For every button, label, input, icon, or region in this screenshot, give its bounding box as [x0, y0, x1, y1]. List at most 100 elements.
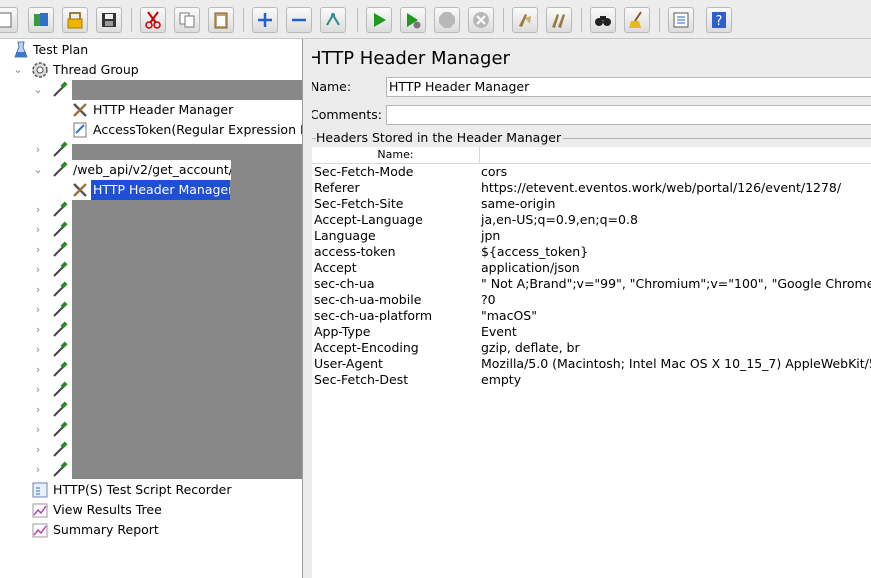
tree-node-sampler[interactable]: ›	[0, 420, 302, 440]
header-value-cell[interactable]: "macOS"	[481, 308, 537, 324]
tree-node-summary-report[interactable]: Summary Report	[0, 520, 302, 540]
shutdown-button[interactable]	[468, 7, 494, 33]
tree-node-sampler[interactable]: ›	[0, 240, 302, 260]
clear-all-button[interactable]	[546, 7, 572, 33]
header-value-cell[interactable]: ja,en-US;q=0.9,en;q=0.8	[481, 212, 638, 228]
header-value-cell[interactable]: same-origin	[481, 196, 555, 212]
tree-node-sampler[interactable]: ›	[0, 140, 302, 160]
header-value-cell[interactable]: cors	[481, 164, 507, 180]
header-value-cell[interactable]: application/json	[481, 260, 580, 276]
header-name-cell[interactable]: Language	[314, 228, 376, 244]
header-name-cell[interactable]: Accept-Encoding	[314, 340, 419, 356]
collapse-button[interactable]	[286, 7, 312, 33]
chevron-right-icon[interactable]: ›	[33, 360, 43, 380]
reset-search-button[interactable]	[624, 7, 650, 33]
chevron-down-icon[interactable]: ⌄	[13, 60, 23, 80]
chevron-down-icon[interactable]: ⌄	[33, 160, 43, 180]
chevron-right-icon[interactable]: ›	[33, 420, 43, 440]
header-value-cell[interactable]: https://etevent.eventos.work/web/portal/…	[481, 180, 841, 196]
header-value-cell[interactable]: gzip, deflate, br	[481, 340, 580, 356]
header-name-cell[interactable]: App-Type	[314, 324, 371, 340]
tree-node-results-tree[interactable]: View Results Tree	[0, 500, 302, 520]
clear-icon	[519, 14, 531, 27]
comments-field[interactable]	[386, 105, 871, 125]
chevron-right-icon[interactable]: ›	[33, 400, 43, 420]
chevron-right-icon[interactable]: ›	[33, 320, 43, 340]
tree-node-header-manager[interactable]: HTTP Header Manager	[0, 100, 302, 120]
tree-node-sampler[interactable]: ›	[0, 360, 302, 380]
start-no-pause-button[interactable]	[400, 7, 426, 33]
tree-node-recorder[interactable]: HTTP(S) Test Script Recorder	[0, 480, 302, 500]
header-name-cell[interactable]: Sec-Fetch-Mode	[314, 164, 413, 180]
chevron-right-icon[interactable]: ›	[33, 260, 43, 280]
expand-button[interactable]	[252, 7, 278, 33]
column-header-value[interactable]	[480, 147, 871, 163]
split-pane-divider[interactable]	[303, 39, 312, 578]
header-name-cell[interactable]: sec-ch-ua-mobile	[314, 292, 421, 308]
tree-node-sampler[interactable]: ⌄	[0, 80, 302, 100]
open-button[interactable]	[62, 7, 88, 33]
column-header-name[interactable]: Name:	[312, 147, 479, 163]
header-name-cell[interactable]: Referer	[314, 180, 360, 196]
start-button[interactable]	[366, 7, 392, 33]
header-name-cell[interactable]: User-Agent	[314, 356, 383, 372]
header-name-cell[interactable]: sec-ch-ua	[314, 276, 374, 292]
tree-node-header-manager-selected[interactable]: HTTP Header Manager	[0, 180, 302, 200]
header-value-cell[interactable]: jpn	[481, 228, 500, 244]
chevron-right-icon[interactable]: ›	[33, 300, 43, 320]
tree-node-sampler[interactable]: ›	[0, 400, 302, 420]
chevron-right-icon[interactable]: ›	[33, 200, 43, 220]
tree-node-sampler[interactable]: ›	[0, 460, 302, 480]
help-button[interactable]: ?	[706, 7, 732, 33]
function-helper-button[interactable]	[668, 7, 694, 33]
header-name-cell[interactable]: sec-ch-ua-platform	[314, 308, 432, 324]
header-name-cell[interactable]: Accept-Language	[314, 212, 423, 228]
toggle-button[interactable]	[320, 7, 346, 33]
chevron-right-icon[interactable]: ›	[33, 340, 43, 360]
header-name-cell[interactable]: Sec-Fetch-Dest	[314, 372, 408, 388]
templates-button[interactable]	[28, 7, 54, 33]
tree-node-sampler[interactable]: ›	[0, 200, 302, 220]
chevron-right-icon[interactable]: ›	[33, 380, 43, 400]
header-name-cell[interactable]: Sec-Fetch-Site	[314, 196, 403, 212]
chevron-right-icon[interactable]: ›	[33, 220, 43, 240]
tree-node-sampler-get-account[interactable]: ⌄ /web_api/v2/get_account/:	[0, 160, 302, 180]
header-value-cell[interactable]: ?0	[481, 292, 496, 308]
tree-node-sampler[interactable]: ›	[0, 380, 302, 400]
chevron-right-icon[interactable]: ›	[33, 460, 43, 480]
tree-label: Test Plan	[33, 42, 89, 57]
header-name-cell[interactable]: Accept	[314, 260, 357, 276]
chevron-right-icon[interactable]: ›	[33, 440, 43, 460]
tree-node-regex-extractor[interactable]: AccessToken(Regular Expression Ex	[0, 120, 302, 140]
chevron-right-icon[interactable]: ›	[33, 280, 43, 300]
tree-node-test-plan[interactable]: Test Plan	[0, 40, 302, 60]
cut-button[interactable]	[140, 7, 166, 33]
pipette-icon	[53, 441, 68, 457]
tree-node-thread-group[interactable]: ⌄ Thread Group	[0, 60, 302, 80]
header-value-cell[interactable]: empty	[481, 372, 521, 388]
chevron-right-icon[interactable]: ›	[33, 140, 43, 160]
chevron-down-icon[interactable]: ⌄	[33, 80, 43, 100]
header-value-cell[interactable]: " Not A;Brand";v="99", "Chromium";v="100…	[481, 276, 871, 292]
tree-node-sampler[interactable]: ›	[0, 260, 302, 280]
copy-button[interactable]	[174, 7, 200, 33]
header-value-cell[interactable]: Mozilla/5.0 (Macintosh; Intel Mac OS X 1…	[481, 356, 871, 372]
stop-button[interactable]	[434, 7, 460, 33]
tree-node-sampler[interactable]: ›	[0, 340, 302, 360]
new-button[interactable]	[0, 7, 18, 33]
clear-button[interactable]	[512, 7, 538, 33]
header-name-cell[interactable]: access-token	[314, 244, 396, 260]
header-value-cell[interactable]: ${access_token}	[481, 244, 588, 260]
header-value-cell[interactable]: Event	[481, 324, 517, 340]
tree-node-sampler[interactable]: ›	[0, 280, 302, 300]
search-button[interactable]	[590, 7, 616, 33]
pipette-icon	[53, 341, 68, 357]
tree-node-sampler[interactable]: ›	[0, 440, 302, 460]
tree-node-sampler[interactable]: ›	[0, 220, 302, 240]
name-field[interactable]: HTTP Header Manager	[386, 77, 871, 97]
save-button[interactable]	[96, 7, 122, 33]
tree-node-sampler[interactable]: ›	[0, 300, 302, 320]
chevron-right-icon[interactable]: ›	[33, 240, 43, 260]
tree-node-sampler[interactable]: ›	[0, 320, 302, 340]
paste-button[interactable]	[208, 7, 234, 33]
